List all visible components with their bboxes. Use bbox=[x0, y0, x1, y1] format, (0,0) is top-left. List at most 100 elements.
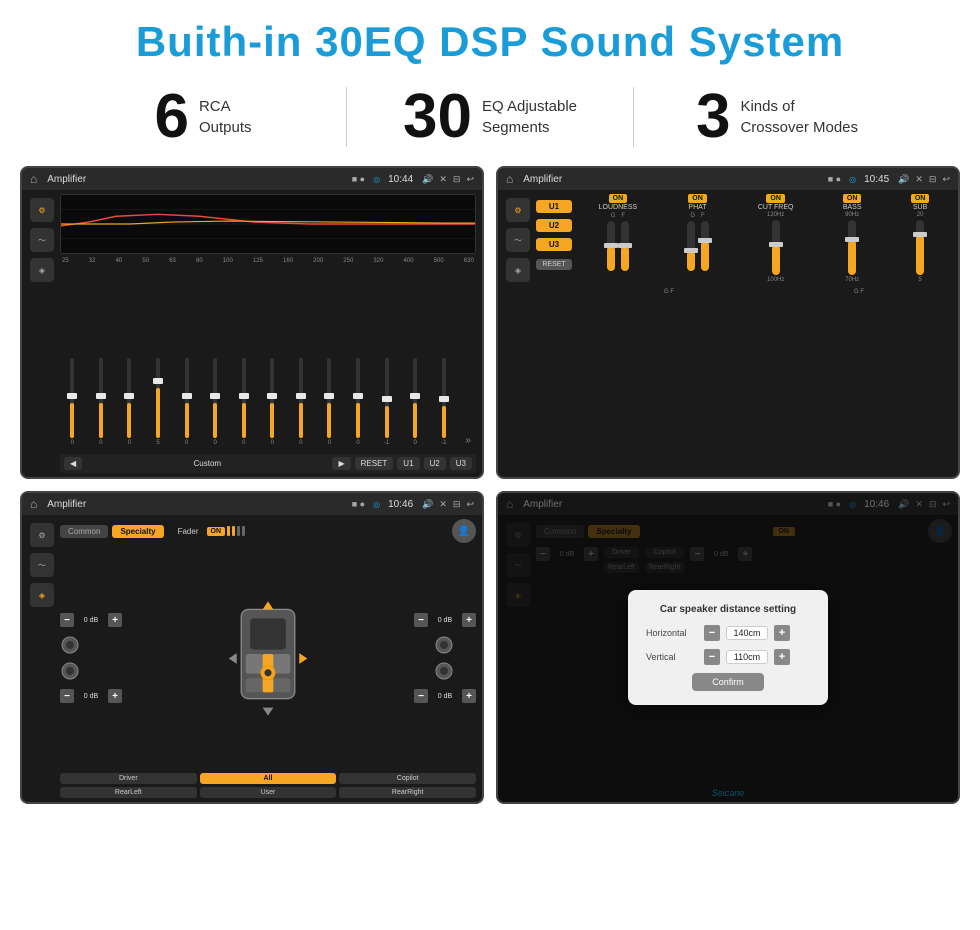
phat-f-slider[interactable] bbox=[701, 221, 709, 271]
eq-u3-btn[interactable]: U3 bbox=[450, 457, 472, 470]
eq-home-icon[interactable]: ⌂ bbox=[30, 172, 37, 186]
fader-minimize-icon[interactable]: ⊟ bbox=[453, 499, 461, 510]
eq-slider-6[interactable]: 0 bbox=[203, 358, 228, 446]
eq-slider-4[interactable]: 5 bbox=[146, 358, 171, 446]
eq-sidebar-eq-btn[interactable]: ⚙ bbox=[30, 198, 54, 222]
cutfreq-slider[interactable] bbox=[772, 220, 780, 275]
eq-slider-11[interactable]: 0 bbox=[346, 358, 371, 446]
xover-record-icon: ■ ● bbox=[828, 174, 841, 184]
fader-common-tab[interactable]: Common bbox=[60, 525, 108, 538]
eq-u1-btn[interactable]: U1 bbox=[397, 457, 419, 470]
eq-slider-3[interactable]: 0 bbox=[117, 358, 142, 446]
xover-channels: U1 U2 U3 RESET bbox=[536, 194, 572, 473]
dialog-vertical-minus[interactable]: − bbox=[704, 649, 720, 665]
fader-status-bar: ⌂ Amplifier ■ ● ◎ 10:46 🔊 ✕ ⊟ ↩ bbox=[22, 493, 482, 515]
eq-reset-btn[interactable]: RESET bbox=[355, 457, 394, 470]
fader-x-icon[interactable]: ✕ bbox=[439, 499, 447, 510]
fader-driver-btn[interactable]: Driver bbox=[60, 773, 197, 784]
phat-g-slider[interactable] bbox=[687, 221, 695, 271]
dialog-confirm-button[interactable]: Confirm bbox=[692, 673, 764, 691]
cutfreq-on-badge[interactable]: ON bbox=[766, 194, 785, 203]
sub-on-badge[interactable]: ON bbox=[911, 194, 930, 203]
xover-eq-icon[interactable]: ⚙ bbox=[506, 198, 530, 222]
xover-cutfreq-col: ON CUT FREQ 120Hz 100Hz bbox=[758, 194, 794, 283]
eq-slider-1[interactable]: 0 bbox=[60, 358, 85, 446]
eq-slider-7[interactable]: 0 bbox=[231, 358, 256, 446]
fader-rl-plus[interactable]: + bbox=[108, 689, 122, 703]
xover-x-icon[interactable]: ✕ bbox=[915, 174, 923, 185]
fader-profile-icon[interactable]: 👤 bbox=[452, 519, 476, 543]
stat-eq: 30 EQ AdjustableSegments bbox=[347, 86, 633, 148]
fader-rr-plus[interactable]: + bbox=[462, 689, 476, 703]
page-title: Buith-in 30EQ DSP Sound System bbox=[0, 18, 980, 66]
eq-status-bar: ⌂ Amplifier ■ ● ◎ 10:44 🔊 ✕ ⊟ ↩ bbox=[22, 168, 482, 190]
xover-params-area: ON LOUDNESS G F bbox=[576, 194, 952, 473]
xover-u3-btn[interactable]: U3 bbox=[536, 238, 572, 251]
eq-slider-8[interactable]: 0 bbox=[260, 358, 285, 446]
cutfreq-slider-area: 120Hz 100Hz bbox=[767, 212, 784, 283]
eq-next-btn[interactable]: ▶ bbox=[332, 457, 350, 470]
eq-minimize-icon[interactable]: ⊟ bbox=[453, 174, 461, 185]
sub-slider[interactable] bbox=[916, 220, 924, 275]
loudness-sliders bbox=[607, 221, 629, 271]
fader-user-btn[interactable]: User bbox=[200, 787, 337, 798]
eq-u2-btn[interactable]: U2 bbox=[424, 457, 446, 470]
eq-sidebar-wave-btn[interactable]: 〜 bbox=[30, 228, 54, 252]
dialog-horizontal-minus[interactable]: − bbox=[704, 625, 720, 641]
fader-balance-icon[interactable]: ◈ bbox=[30, 583, 54, 607]
fader-bottom-btns: Driver All Copilot RearLeft User RearRig… bbox=[60, 773, 476, 798]
fader-back-icon[interactable]: ↩ bbox=[466, 499, 474, 510]
xover-home-icon[interactable]: ⌂ bbox=[506, 172, 513, 186]
xover-u2-btn[interactable]: U2 bbox=[536, 219, 572, 232]
eq-expand-icon[interactable]: » bbox=[460, 435, 476, 446]
eq-sidebar-balance-btn[interactable]: ◈ bbox=[30, 258, 54, 282]
fader-eq-icon[interactable]: ⚙ bbox=[30, 523, 54, 547]
dialog-vertical-plus[interactable]: + bbox=[774, 649, 790, 665]
bass-on-badge[interactable]: ON bbox=[843, 194, 862, 203]
eq-back-icon[interactable]: ↩ bbox=[466, 174, 474, 185]
xover-wave-icon[interactable]: 〜 bbox=[506, 228, 530, 252]
fader-all-btn[interactable]: All bbox=[200, 773, 337, 784]
fader-rearright-btn[interactable]: RearRight bbox=[339, 787, 476, 798]
eq-slider-10[interactable]: 0 bbox=[317, 358, 342, 446]
bass-slider[interactable] bbox=[848, 220, 856, 275]
loudness-g: G bbox=[611, 213, 616, 219]
eq-slider-14[interactable]: -1 bbox=[432, 358, 457, 446]
dialog-horizontal-row: Horizontal − 140cm + bbox=[646, 625, 810, 641]
eq-slider-5[interactable]: 0 bbox=[174, 358, 199, 446]
eq-slider-2[interactable]: 0 bbox=[89, 358, 114, 446]
eq-content: ⚙ 〜 ◈ bbox=[22, 190, 482, 477]
fader-fr-minus[interactable]: − bbox=[414, 613, 428, 627]
fader-rearleft-btn[interactable]: RearLeft bbox=[60, 787, 197, 798]
fader-fl-plus[interactable]: + bbox=[108, 613, 122, 627]
xover-reset-btn[interactable]: RESET bbox=[536, 259, 572, 270]
eq-slider-12[interactable]: -1 bbox=[374, 358, 399, 446]
phat-on-badge[interactable]: ON bbox=[688, 194, 707, 203]
dialog-horizontal-plus[interactable]: + bbox=[774, 625, 790, 641]
eq-prev-btn[interactable]: ◀ bbox=[64, 457, 82, 470]
fader-copilot-btn[interactable]: Copilot bbox=[339, 773, 476, 784]
fader-fr-plus[interactable]: + bbox=[462, 613, 476, 627]
fader-rr-minus[interactable]: − bbox=[414, 689, 428, 703]
sub-db2: 5 bbox=[918, 277, 921, 283]
eq-slider-9[interactable]: 0 bbox=[289, 358, 314, 446]
loudness-f-slider[interactable] bbox=[621, 221, 629, 271]
loudness-g-slider[interactable] bbox=[607, 221, 615, 271]
fader-on-badge[interactable]: ON bbox=[207, 527, 226, 536]
eq-bottom-controls: ◀ Custom ▶ RESET U1 U2 U3 bbox=[60, 454, 476, 473]
fader-fl-val: 0 dB bbox=[77, 617, 105, 624]
xover-back-icon[interactable]: ↩ bbox=[942, 174, 950, 185]
loudness-on-badge[interactable]: ON bbox=[609, 194, 628, 203]
fader-fl-minus[interactable]: − bbox=[60, 613, 74, 627]
eq-sidebar: ⚙ 〜 ◈ bbox=[28, 194, 56, 473]
xover-balance-icon[interactable]: ◈ bbox=[506, 258, 530, 282]
xover-u1-btn[interactable]: U1 bbox=[536, 200, 572, 213]
xover-minimize-icon[interactable]: ⊟ bbox=[929, 174, 937, 185]
fader-rl-minus[interactable]: − bbox=[60, 689, 74, 703]
eq-x-icon[interactable]: ✕ bbox=[439, 174, 447, 185]
fader-bar-2 bbox=[232, 526, 235, 536]
fader-home-icon[interactable]: ⌂ bbox=[30, 497, 37, 511]
fader-specialty-tab[interactable]: Specialty bbox=[112, 525, 163, 538]
eq-slider-13[interactable]: 0 bbox=[403, 358, 428, 446]
fader-wave-icon[interactable]: 〜 bbox=[30, 553, 54, 577]
